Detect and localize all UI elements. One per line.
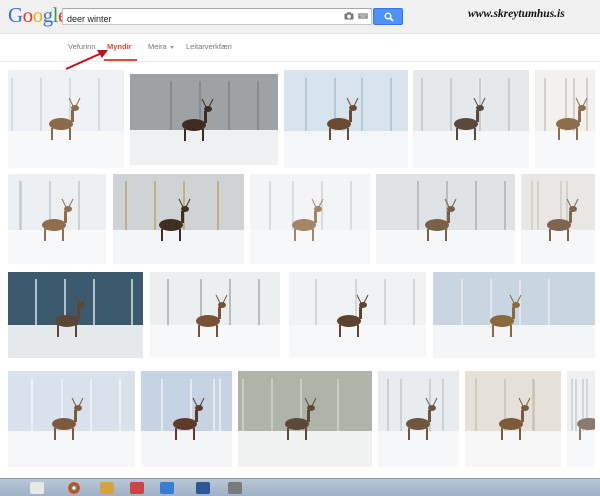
image-result[interactable] (433, 272, 595, 358)
image-result[interactable] (413, 70, 529, 168)
deer-winter-thumbnail (284, 70, 408, 168)
app-icon[interactable] (130, 482, 144, 494)
deer-winter-thumbnail (238, 371, 372, 467)
image-result[interactable] (376, 174, 515, 264)
image-result[interactable] (8, 70, 124, 168)
explorer-icon[interactable] (30, 482, 44, 494)
deer-winter-thumbnail (8, 371, 135, 467)
image-result[interactable] (130, 74, 278, 165)
image-result[interactable] (141, 371, 232, 467)
deer-winter-thumbnail (150, 272, 280, 358)
chrome-icon[interactable] (68, 482, 80, 494)
logo-letter: o (32, 3, 44, 27)
search-box[interactable] (62, 8, 372, 27)
image-result[interactable] (284, 70, 408, 168)
image-result[interactable] (521, 174, 595, 264)
deer-winter-thumbnail (289, 272, 426, 358)
deer-winter-thumbnail (250, 174, 370, 264)
deer-winter-thumbnail (413, 70, 529, 168)
deer-winter-thumbnail (433, 272, 595, 358)
tab-search-tools[interactable]: Leitarverkfæri (186, 42, 232, 51)
deer-winter-thumbnail (521, 174, 595, 264)
image-result[interactable] (238, 371, 372, 467)
deer-winter-thumbnail (130, 74, 278, 165)
tab-more-label: Meira (148, 42, 167, 51)
deer-winter-thumbnail (465, 371, 561, 467)
logo-letter: o (22, 3, 34, 27)
logo-letter: g (42, 3, 54, 27)
search-button[interactable] (373, 8, 403, 25)
tab-more[interactable]: Meira (148, 42, 174, 51)
image-result[interactable] (113, 174, 244, 264)
search-input[interactable] (63, 11, 323, 27)
app-icon[interactable] (160, 482, 174, 494)
chevron-down-icon (169, 45, 174, 49)
annotation-arrow (65, 50, 108, 70)
camera-icon[interactable] (344, 12, 354, 20)
keyboard-icon[interactable] (358, 13, 368, 19)
logo-letter: G (8, 3, 23, 27)
deer-winter-thumbnail (378, 371, 459, 467)
image-result[interactable] (535, 70, 595, 168)
image-result[interactable] (8, 174, 106, 264)
app-icon[interactable] (228, 482, 242, 494)
image-result[interactable] (465, 371, 561, 467)
image-result[interactable] (250, 174, 370, 264)
image-result[interactable] (378, 371, 459, 467)
windows-taskbar (0, 478, 600, 496)
deer-winter-thumbnail (535, 70, 595, 168)
deer-winter-thumbnail (8, 272, 143, 358)
deer-winter-thumbnail (141, 371, 232, 467)
image-result[interactable] (8, 272, 143, 358)
watermark: www.skreytumhus.is (468, 8, 565, 20)
deer-winter-thumbnail (567, 371, 595, 467)
image-result[interactable] (289, 272, 426, 358)
google-logo[interactable]: Google (8, 3, 67, 28)
image-result[interactable] (8, 371, 135, 467)
image-result[interactable] (150, 272, 280, 358)
folder-icon[interactable] (100, 482, 114, 494)
deer-winter-thumbnail (376, 174, 515, 264)
image-result[interactable] (567, 371, 595, 467)
deer-winter-thumbnail (113, 174, 244, 264)
deer-winter-thumbnail (8, 174, 106, 264)
deer-winter-thumbnail (8, 70, 124, 168)
search-icon (384, 12, 394, 22)
word-icon[interactable] (196, 482, 210, 494)
